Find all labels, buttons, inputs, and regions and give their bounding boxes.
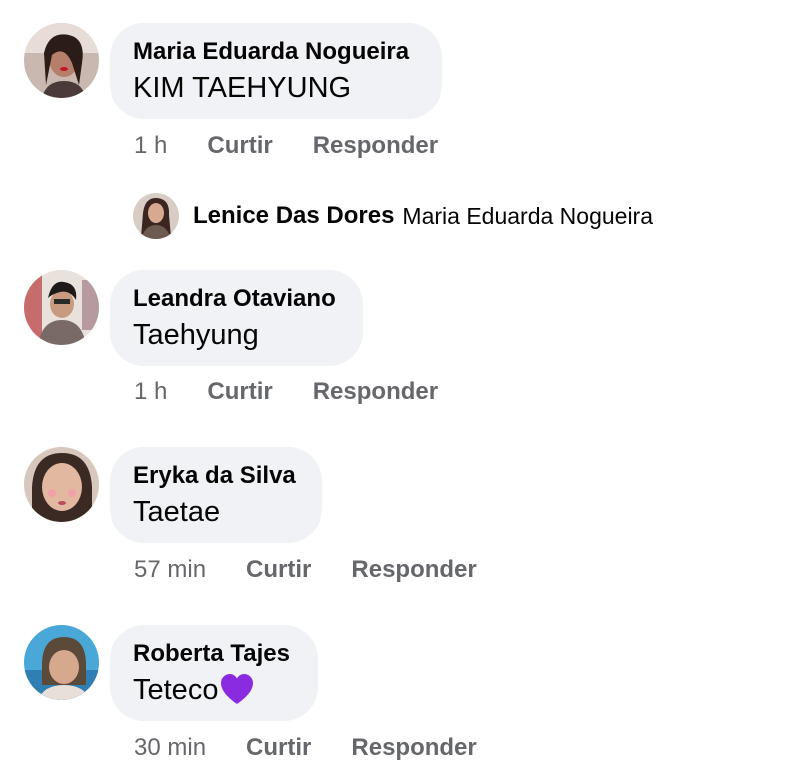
comment-bubble: Roberta Tajes Teteco (110, 625, 318, 721)
like-button[interactable]: Curtir (207, 378, 272, 406)
reply-preview[interactable]: Lenice Das Dores Maria Eduarda Nogueira (133, 193, 653, 239)
comment-text: KIM TAEHYUNG (133, 72, 352, 104)
avatar[interactable] (24, 447, 99, 522)
reply-button[interactable]: Responder (351, 734, 476, 762)
reply-button[interactable]: Responder (313, 378, 438, 406)
comment-text: Taehyung (133, 319, 259, 351)
like-button[interactable]: Curtir (207, 132, 272, 160)
comment-author[interactable]: Eryka da Silva (133, 461, 300, 491)
comment-text-value: Teteco (133, 674, 219, 706)
comment-bubble: Leandra Otaviano Taehyung (110, 270, 363, 366)
avatar[interactable] (24, 270, 99, 345)
reply-author[interactable]: Lenice Das Dores (193, 202, 394, 230)
comment-actions: 1 h Curtir Responder (134, 132, 478, 160)
comment-text: Teteco (133, 671, 296, 709)
comment-time[interactable]: 1 h (134, 378, 167, 406)
comment-author[interactable]: Maria Eduarda Nogueira (133, 37, 420, 67)
purple-heart-icon (220, 673, 254, 707)
reply-button[interactable]: Responder (351, 556, 476, 584)
comment-bubble: Maria Eduarda Nogueira KIM TAEHYUNG (110, 23, 442, 119)
comment-author[interactable]: Roberta Tajes (133, 639, 296, 669)
comment-time[interactable]: 30 min (134, 734, 206, 762)
comments-thread: Maria Eduarda Nogueira KIM TAEHYUNG 1 h … (0, 0, 804, 783)
comment-actions: 1 h Curtir Responder (134, 378, 478, 406)
reply-button[interactable]: Responder (313, 132, 438, 160)
comment-time[interactable]: 1 h (134, 132, 167, 160)
avatar[interactable] (24, 23, 99, 98)
comment-text: Taetae (133, 496, 221, 528)
comment-actions: 30 min Curtir Responder (134, 734, 517, 762)
like-button[interactable]: Curtir (246, 556, 311, 584)
like-button[interactable]: Curtir (246, 734, 311, 762)
avatar[interactable] (24, 625, 99, 700)
comment-bubble: Eryka da Silva Taetae (110, 447, 322, 543)
reply-target: Maria Eduarda Nogueira (402, 202, 654, 229)
comment-time[interactable]: 57 min (134, 556, 206, 584)
comment-author[interactable]: Leandra Otaviano (133, 284, 341, 314)
avatar[interactable] (133, 193, 179, 239)
comment-actions: 57 min Curtir Responder (134, 556, 517, 584)
